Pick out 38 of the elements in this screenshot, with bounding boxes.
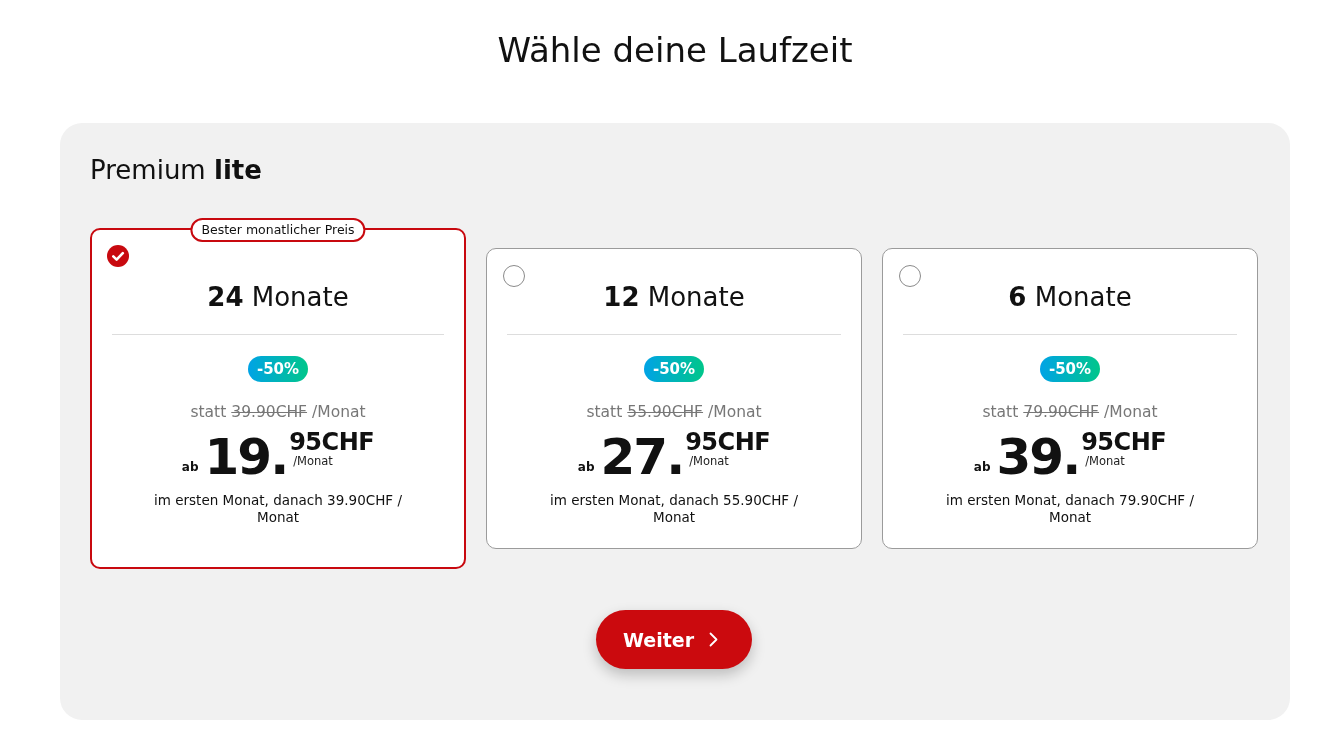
price-cents: 95CHF <box>289 430 375 454</box>
check-icon[interactable] <box>107 245 129 267</box>
chevron-icon <box>709 632 718 647</box>
price-note: im ersten Monat, danach 79.90CHF / Monat <box>945 492 1195 526</box>
price-period: /Monat <box>293 454 334 468</box>
plan-title: Premium lite <box>90 154 262 187</box>
old-price-period: /Monat <box>708 402 762 422</box>
price-cents: 95CHF <box>685 430 771 454</box>
old-price-prefix: statt <box>586 402 623 422</box>
duration-title: 24 Monate <box>207 281 349 313</box>
price-whole: 19. <box>204 432 288 482</box>
duration-title: 6 Monate <box>1008 281 1132 313</box>
best-price-badge: Bester monatlicher Preis <box>190 218 366 242</box>
price-note: im ersten Monat, danach 39.90CHF / Monat <box>153 492 403 526</box>
old-price: 55.90CHF <box>627 402 704 422</box>
price-prefix: ab <box>577 460 595 474</box>
radio-icon[interactable] <box>899 265 921 287</box>
price-whole: 39. <box>996 432 1080 482</box>
discount-badge: -50% <box>247 356 309 382</box>
radio-icon[interactable] <box>503 265 525 287</box>
price-cents: 95CHF <box>1081 430 1167 454</box>
discount-badge: -50% <box>643 356 705 382</box>
old-price: 39.90CHF <box>231 402 308 422</box>
discount-badge: -50% <box>1039 356 1101 382</box>
old-price-prefix: statt <box>982 402 1019 422</box>
price-note: im ersten Monat, danach 55.90CHF / Monat <box>549 492 799 526</box>
price-period: /Monat <box>1085 454 1126 468</box>
price-whole: 27. <box>600 432 684 482</box>
old-price: 79.90CHF <box>1023 402 1100 422</box>
duration-title: 12 Monate <box>603 281 745 313</box>
page-title: Wähle deine Laufzeit <box>496 29 854 72</box>
old-price-period: /Monat <box>1104 402 1158 422</box>
next-button[interactable]: Weiter <box>596 610 752 669</box>
price-prefix: ab <box>973 460 991 474</box>
price-prefix: ab <box>181 460 199 474</box>
price-period: /Monat <box>689 454 730 468</box>
old-price-period: /Monat <box>312 402 366 422</box>
old-price-prefix: statt <box>190 402 227 422</box>
